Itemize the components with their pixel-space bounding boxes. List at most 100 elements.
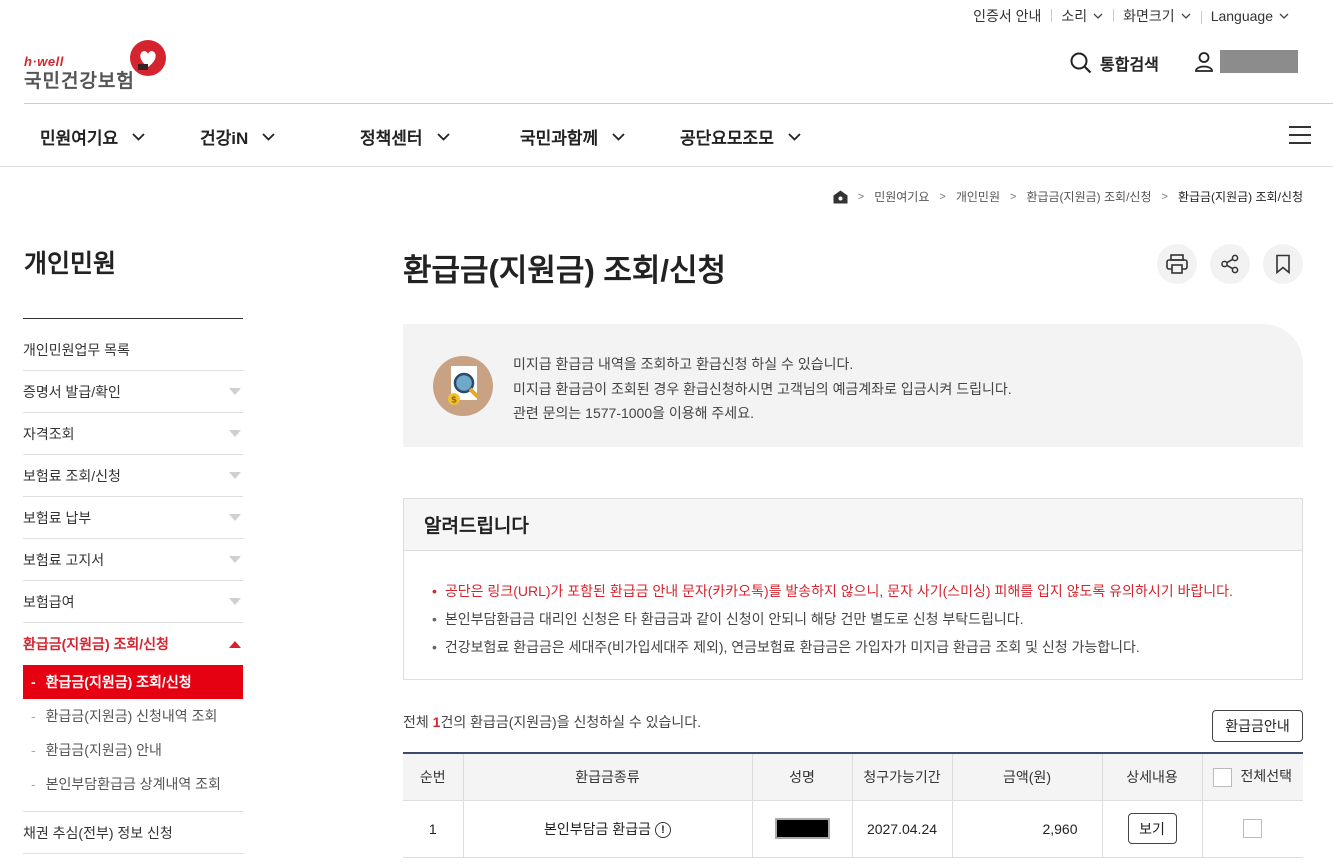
notice-text: 공단은 링크(URL)가 포함된 환급금 안내 문자(카카오톡)를 발송하지 않… <box>444 583 1233 599</box>
menu-hamburger-icon[interactable] <box>1289 126 1311 144</box>
lnb-item-premium-inquiry[interactable]: 보험료 조회/신청 <box>23 455 243 497</box>
breadcrumb-item[interactable]: 개인민원 <box>956 188 1000 205</box>
svg-text:$: $ <box>451 396 457 406</box>
cert-guide-link[interactable]: 인증서 안내 <box>963 6 1051 26</box>
bookmark-icon <box>1276 254 1290 274</box>
select-all-checkbox[interactable] <box>1213 768 1233 788</box>
search-icon <box>1070 52 1092 74</box>
notice-box: 알려드립니다 • 공단은 링크(URL)가 포함된 환급금 안내 문자(카카오톡)… <box>403 498 1303 680</box>
lnb-label: 환급금(지원금) 조회/신청 <box>23 636 169 652</box>
heart-logo-icon <box>130 40 166 76</box>
triangle-up-icon <box>229 640 241 648</box>
share-button[interactable] <box>1210 244 1250 284</box>
col-select-all: 전체선택 <box>1201 753 1303 801</box>
lnb-sub-offset-history[interactable]: - 본인부담환급금 상계내역 조회 <box>23 767 243 801</box>
gnb-item-health[interactable]: 건강iN <box>200 124 275 149</box>
col-amount: 금액(원) <box>951 753 1102 801</box>
chevron-down-icon <box>1181 13 1191 19</box>
gnb-item-about[interactable]: 공단요모조모 <box>680 124 801 149</box>
gnb-label: 정책센터 <box>360 129 423 148</box>
cell-amount: 2,960 <box>951 800 1102 858</box>
user-menu[interactable] <box>1194 50 1298 73</box>
select-all-label: 전체선택 <box>1240 768 1293 785</box>
gnb-label: 공단요모조모 <box>680 129 774 148</box>
chevron-down-icon <box>1279 13 1289 19</box>
lnb-item-certificate[interactable]: 증명서 발급/확인 <box>23 371 243 413</box>
notice-text: 건강보험료 환급금은 세대주(비가입세대주 제외), 연금보험료 환급금은 가입… <box>444 639 1140 655</box>
lnb-item-benefit[interactable]: 보험급여 <box>23 581 243 623</box>
integrated-search-button[interactable]: 통합검색 <box>1070 51 1159 75</box>
notice-item: • 건강보험료 환급금은 세대주(비가입세대주 제외), 연금보험료 환급금은 가… <box>432 639 1140 655</box>
refund-table: 순번 환급금종류 성명 청구가능기간 금액(원) 상세내용 전체선택 1 본인부… <box>403 752 1303 858</box>
language-label: Language <box>1210 8 1273 24</box>
notice-title: 알려드립니다 <box>404 499 1302 551</box>
lnb-label: 증명서 발급/확인 <box>23 383 121 400</box>
lnb-item-premium-bill[interactable]: 보험료 고지서 <box>23 539 243 581</box>
sound-label: 소리 <box>1061 8 1088 24</box>
gnb-label: 민원여기요 <box>40 129 119 148</box>
language-menu[interactable]: Language <box>1200 8 1299 24</box>
count-prefix: 전체 <box>403 714 433 730</box>
info-icon[interactable]: ! <box>654 821 671 838</box>
triangle-down-icon <box>229 556 241 563</box>
refund-search-icon: $ <box>433 356 493 416</box>
site-logo[interactable]: h·well 국민건강보험 <box>24 40 169 92</box>
table-row: 1 본인부담금 환급금! 2027.04.24 2,960 보기 <box>403 800 1303 858</box>
gnb-item-policy[interactable]: 정책센터 <box>360 124 450 149</box>
print-icon <box>1166 254 1188 274</box>
breadcrumb-item[interactable]: 환급금(지원금) 조회/신청 <box>1026 188 1151 205</box>
print-button[interactable] <box>1157 244 1197 284</box>
chevron-down-icon <box>262 132 275 141</box>
chevron-down-icon <box>1093 13 1103 19</box>
col-type: 환급금종류 <box>462 753 752 801</box>
cell-no: 1 <box>403 800 463 858</box>
notice-item: • 본인부담환급금 대리인 신청은 타 환급금과 같이 신청이 안되니 해당 건만… <box>432 611 1024 627</box>
page-title: 환급금(지원금) 조회/신청 <box>403 253 727 288</box>
zoom-menu[interactable]: 화면크기 <box>1113 6 1201 26</box>
col-period: 청구가능기간 <box>851 753 952 801</box>
lnb-item-qualification[interactable]: 자격조회 <box>23 413 243 455</box>
intro-box: $ 미지급 환급금 내역을 조회하고 환급신청 하실 수 있습니다. 미지급 환… <box>403 324 1303 447</box>
bookmark-button[interactable] <box>1263 244 1303 284</box>
user-icon <box>1195 51 1213 72</box>
cell-name <box>751 800 852 858</box>
intro-line: 미지급 환급금 내역을 조회하고 환급신청 하실 수 있습니다. <box>513 356 854 372</box>
cell-type: 본인부담금 환급금! <box>462 800 752 858</box>
triangle-down-icon <box>229 598 241 605</box>
gnb-item-together[interactable]: 국민과함께 <box>520 124 625 149</box>
lnb-item-list[interactable]: 개인민원업무 목록 <box>23 319 243 371</box>
lnb-sub-refund-guide[interactable]: - 환급금(지원금) 안내 <box>23 733 243 767</box>
notice-text: 본인부담환급금 대리인 신청은 타 환급금과 같이 신청이 안되니 해당 건만 … <box>444 611 1024 627</box>
gnb-item-minwon[interactable]: 민원여기요 <box>40 124 145 149</box>
lnb-sub-refund-history[interactable]: - 환급금(지원금) 신청내역 조회 <box>23 699 243 733</box>
col-detail: 상세내용 <box>1101 753 1202 801</box>
gnb-divider <box>0 166 1333 167</box>
lnb-item-debt-collection[interactable]: 채권 추심(전부) 정보 신청 <box>23 812 243 854</box>
lnb-label: 보험료 조회/신청 <box>23 467 121 484</box>
breadcrumb-current: 환급금(지원금) 조회/신청 <box>1177 190 1303 204</box>
cell-period: 2027.04.24 <box>851 800 952 858</box>
global-nav: 민원여기요 건강iN 정책센터 국민과함께 공단요모조모 <box>24 104 1333 166</box>
chevron-down-icon <box>436 132 450 141</box>
lnb-sub-label: 환급금(지원금) 안내 <box>45 742 162 758</box>
lnb-item-refund[interactable]: 환급금(지원금) 조회/신청 <box>23 623 243 665</box>
view-detail-button[interactable]: 보기 <box>1127 813 1177 844</box>
lnb-sub-label: 본인부담환급금 상계내역 조회 <box>45 776 221 792</box>
lnb-label: 보험료 납부 <box>23 509 92 526</box>
chevron-down-icon <box>132 132 145 141</box>
lnb-submenu: - 환급금(지원금) 조회/신청 - 환급금(지원금) 신청내역 조회 - 환급금(지… <box>23 665 243 812</box>
col-no: 순번 <box>403 753 463 801</box>
lnb-item-premium-payment[interactable]: 보험료 납부 <box>23 497 243 539</box>
zoom-label: 화면크기 <box>1123 8 1175 24</box>
refund-guide-button[interactable]: 환급금안내 <box>1212 710 1303 742</box>
row-checkbox[interactable] <box>1243 819 1263 838</box>
col-name: 성명 <box>751 753 852 801</box>
lnb-sub-refund-apply[interactable]: - 환급금(지원금) 조회/신청 <box>23 665 243 699</box>
sound-menu[interactable]: 소리 <box>1051 6 1113 26</box>
user-name-redacted <box>1220 50 1298 73</box>
breadcrumb-item[interactable]: 민원여기요 <box>874 188 929 205</box>
home-icon[interactable] <box>833 190 848 204</box>
page-tools <box>1144 244 1303 284</box>
triangle-down-icon <box>229 514 241 521</box>
triangle-down-icon <box>229 472 241 479</box>
